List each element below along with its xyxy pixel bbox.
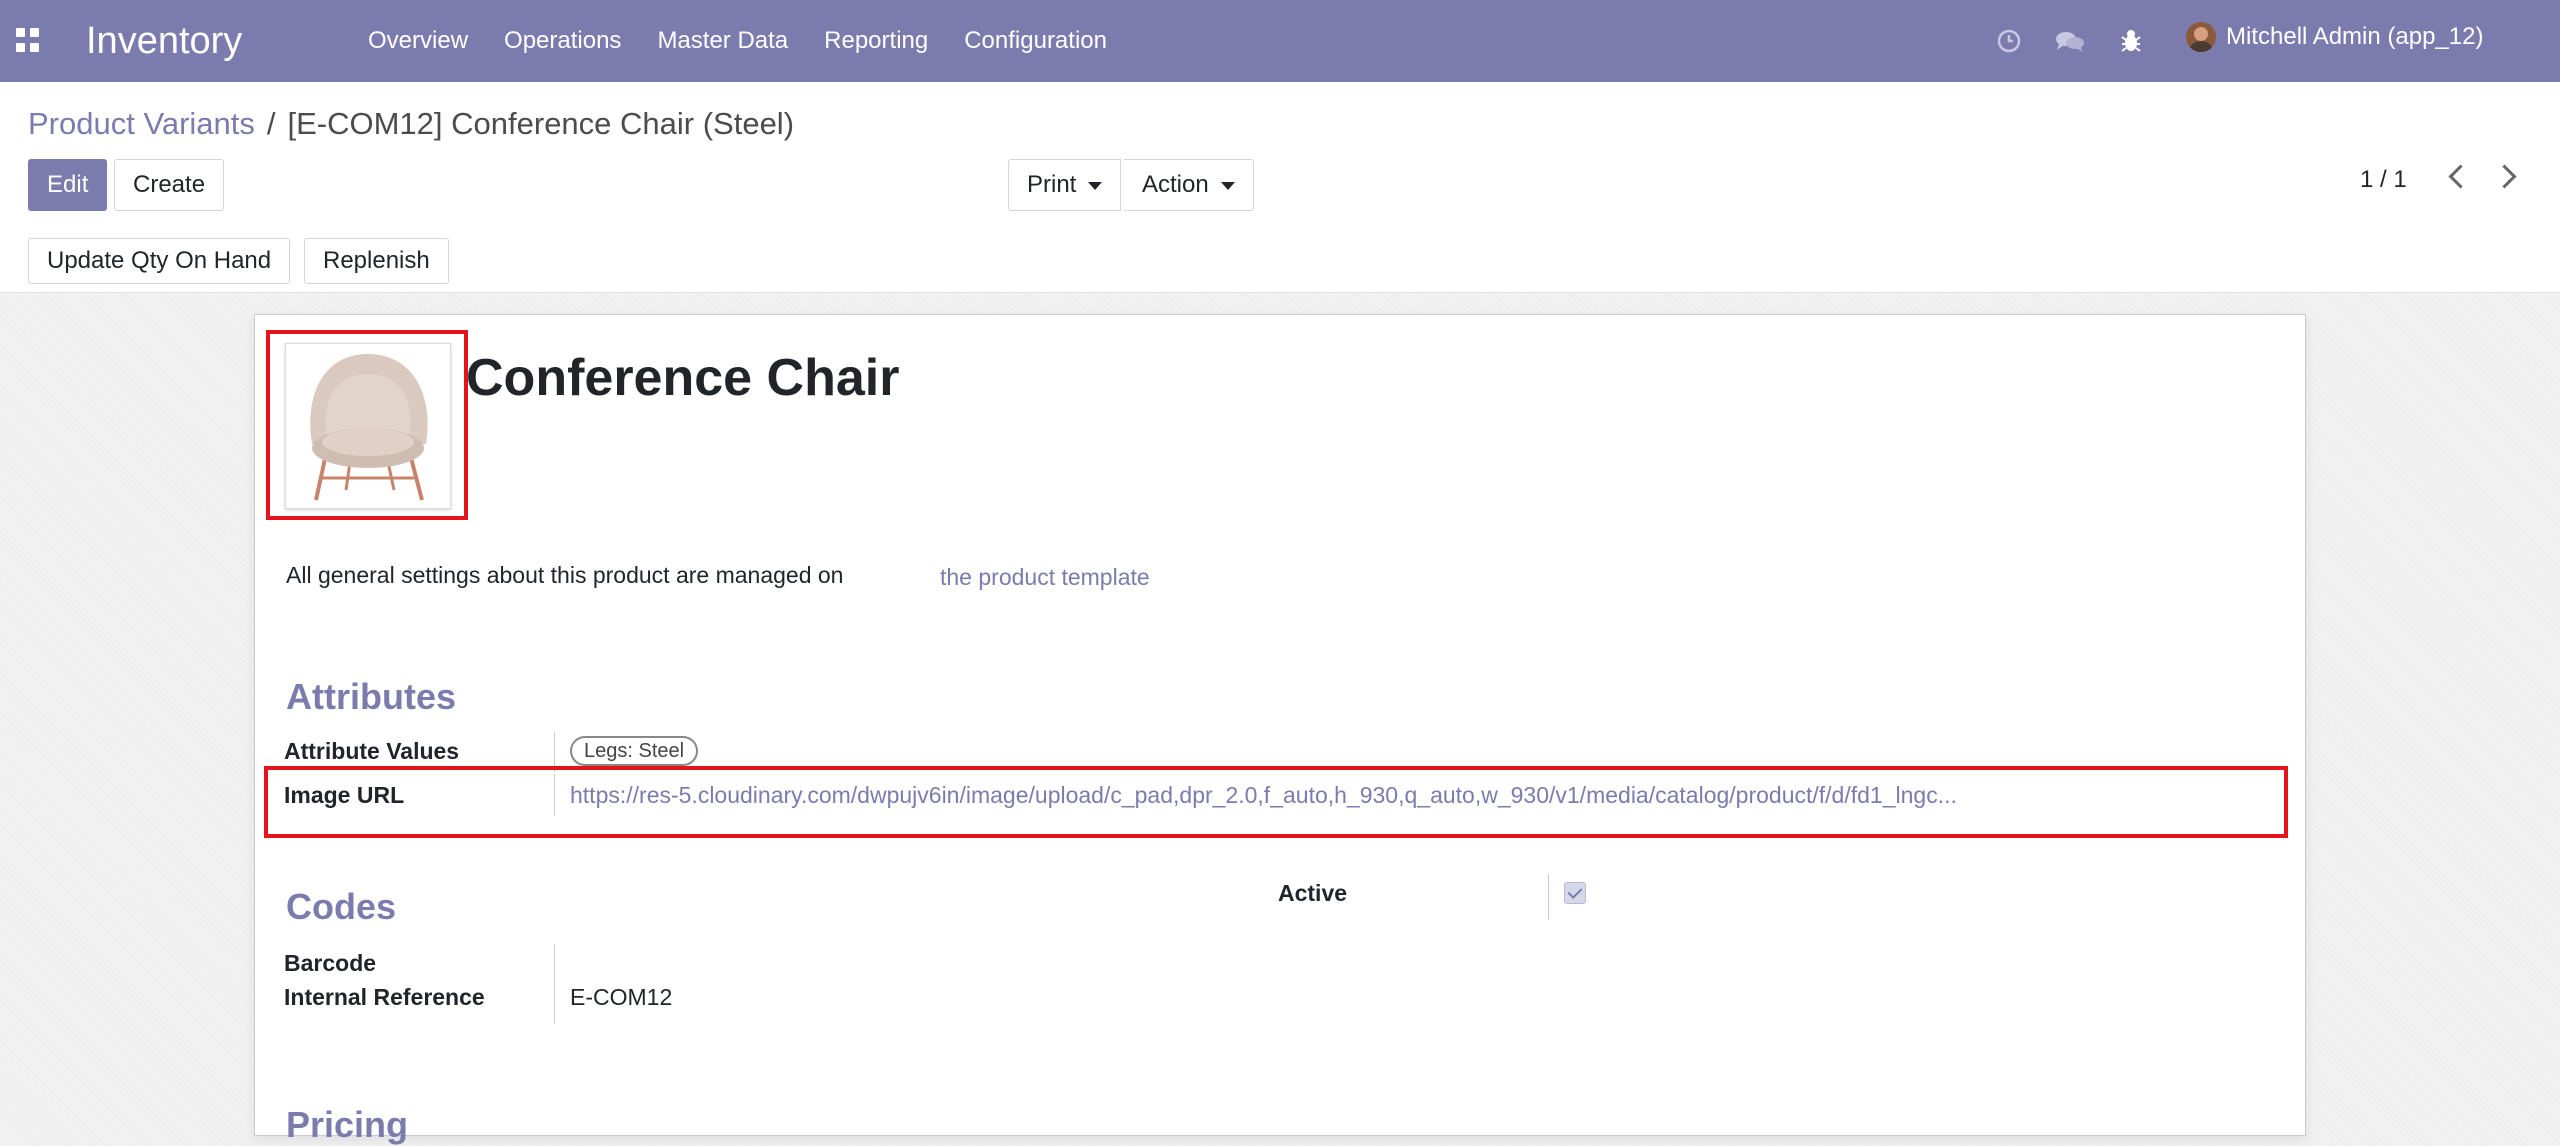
codes-heading: Codes — [286, 886, 397, 927]
create-button[interactable]: Create — [114, 159, 225, 211]
chat-icon[interactable] — [2054, 24, 2086, 58]
menu-overview[interactable]: Overview — [350, 24, 486, 58]
statusbar-buttons: Update Qty On Hand Replenish — [0, 232, 2560, 293]
attribute-value-tag[interactable]: Legs: Steel — [570, 736, 699, 766]
top-navbar: Inventory Overview Operations Master Dat… — [0, 0, 2560, 82]
breadcrumb-current: [E-COM12] Conference Chair (Steel) — [287, 106, 795, 141]
replenish-button[interactable]: Replenish — [304, 238, 449, 284]
attribute-values-label: Attribute Values — [284, 738, 460, 764]
active-label: Active — [1278, 880, 1348, 906]
internal-reference-label: Internal Reference — [284, 984, 485, 1010]
print-dropdown[interactable]: Print — [1008, 159, 1122, 211]
edit-button[interactable]: Edit — [28, 159, 108, 211]
clock-icon[interactable] — [1996, 24, 2022, 58]
bug-icon[interactable] — [2118, 24, 2144, 58]
menu-configuration[interactable]: Configuration — [946, 24, 1125, 58]
control-panel: Product Variants / [E-COM12] Conference Ch… — [0, 82, 2560, 233]
caret-down-icon — [1220, 181, 1235, 190]
pager-value[interactable]: 1 / 1 — [2360, 166, 2407, 194]
image-url-highlight-box — [264, 766, 2288, 838]
breadcrumb-parent[interactable]: Product Variants — [28, 106, 255, 141]
form-sheet — [254, 314, 2306, 1136]
user-name: Mitchell Admin (app_12) — [2226, 23, 2484, 50]
caret-down-icon — [1088, 181, 1103, 190]
menu-master-data[interactable]: Master Data — [639, 24, 806, 58]
internal-reference-value[interactable]: E-COM12 — [570, 984, 672, 1011]
next-section-heading: Pricing — [286, 1104, 409, 1145]
action-label: Action — [1142, 171, 1209, 198]
action-dropdown[interactable]: Action — [1124, 159, 1254, 211]
chevron-left-icon[interactable] — [2448, 164, 2473, 189]
breadcrumb-separator: / — [266, 106, 276, 141]
menu-operations[interactable]: Operations — [486, 24, 639, 58]
active-checkbox[interactable] — [1564, 882, 1586, 904]
image-highlight-box — [266, 330, 468, 520]
app-name[interactable]: Inventory — [86, 16, 242, 66]
menu-reporting[interactable]: Reporting — [806, 24, 946, 58]
update-qty-button[interactable]: Update Qty On Hand — [28, 238, 291, 284]
product-name[interactable]: Conference Chair — [466, 348, 899, 408]
user-menu[interactable]: Mitchell Admin (app_12) — [2186, 22, 2483, 52]
print-label: Print — [1027, 171, 1077, 198]
chevron-right-icon[interactable] — [2492, 164, 2517, 189]
barcode-label: Barcode — [284, 950, 377, 976]
divider — [554, 944, 555, 1024]
breadcrumb: Product Variants / [E-COM12] Conference Ch… — [28, 102, 794, 146]
product-template-link[interactable]: the product template — [940, 564, 1150, 591]
avatar — [2186, 22, 2216, 52]
apps-menu-icon[interactable] — [16, 28, 40, 52]
template-note: All general settings about this product … — [286, 562, 844, 588]
divider — [1548, 874, 1549, 920]
main-menu: Overview Operations Master Data Reportin… — [350, 24, 1125, 58]
attributes-heading: Attributes — [286, 676, 456, 717]
